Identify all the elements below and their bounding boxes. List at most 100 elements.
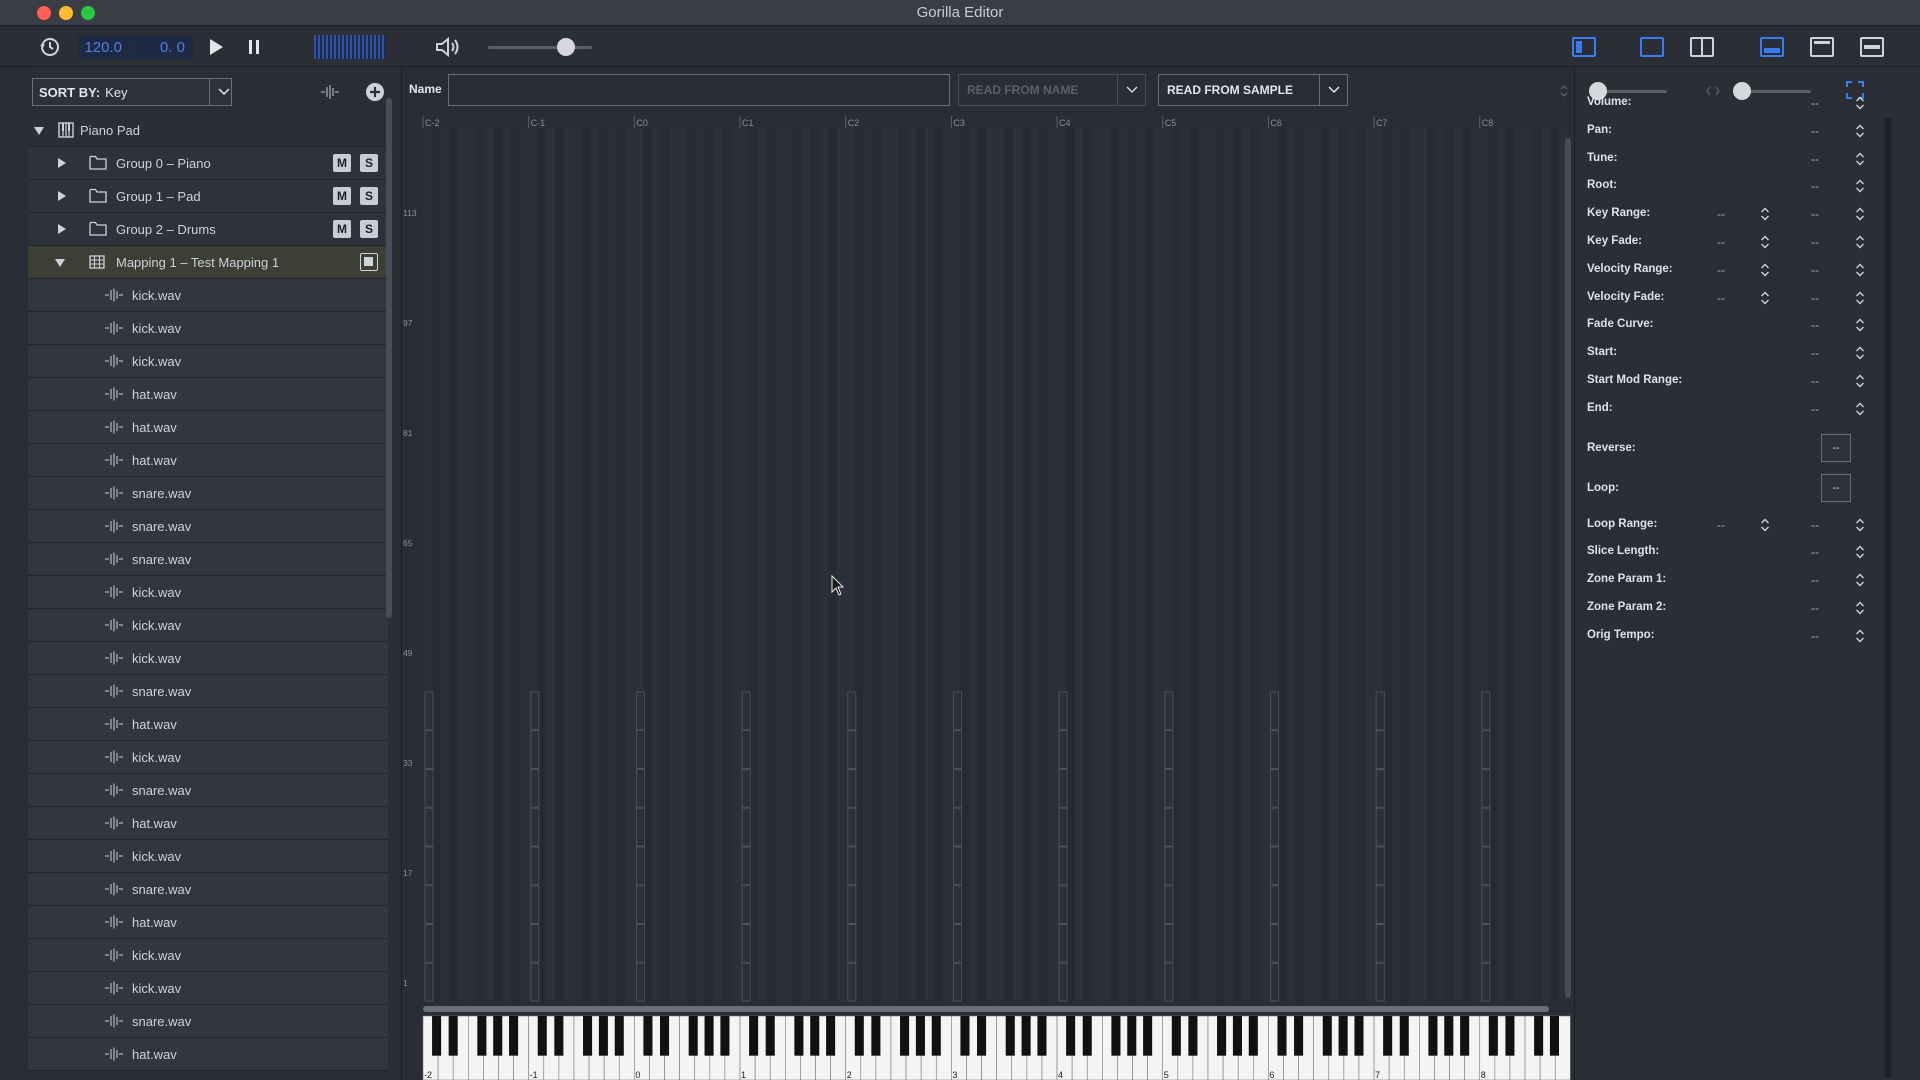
black-key[interactable] [1188, 1016, 1198, 1056]
black-key[interactable] [1021, 1016, 1031, 1056]
black-key[interactable] [749, 1016, 759, 1056]
tree-root-row[interactable]: Piano Pad [28, 114, 388, 147]
stepper-icon[interactable] [1760, 263, 1770, 277]
black-key[interactable] [931, 1016, 941, 1056]
property-value-low[interactable]: -- [1717, 291, 1725, 305]
property-value[interactable]: -- [1811, 402, 1819, 416]
sample-row[interactable]: kick.wav [28, 279, 388, 312]
black-key[interactable] [1534, 1016, 1544, 1056]
black-key[interactable] [1460, 1016, 1470, 1056]
black-key[interactable] [1354, 1016, 1364, 1056]
black-key[interactable] [1066, 1016, 1076, 1056]
black-key[interactable] [688, 1016, 698, 1056]
black-key[interactable] [854, 1016, 864, 1056]
sample-row[interactable]: snare.wav [28, 1005, 388, 1038]
property-value[interactable]: -- [1811, 318, 1819, 332]
sample-row[interactable]: kick.wav [28, 642, 388, 675]
property-value[interactable]: -- [1811, 545, 1819, 559]
sample-row[interactable]: hat.wav [28, 708, 388, 741]
mapping-select-icon[interactable] [360, 253, 378, 271]
property-value-low[interactable]: -- [1717, 207, 1725, 221]
stepper-icon[interactable] [1855, 318, 1865, 332]
property-value[interactable]: -- [1811, 96, 1819, 110]
black-key[interactable] [794, 1016, 804, 1056]
history-icon[interactable] [38, 35, 62, 59]
property-value[interactable]: -- [1811, 601, 1819, 615]
property-value[interactable]: -- [1811, 152, 1819, 166]
view-top-panel-button[interactable] [1810, 37, 1834, 57]
tree-scrollbar[interactable] [386, 98, 392, 618]
black-key[interactable] [537, 1016, 547, 1056]
stepper-icon[interactable] [1855, 573, 1865, 587]
group-row[interactable]: Group 1 – Pad M S [28, 180, 388, 213]
black-key[interactable] [1005, 1016, 1015, 1056]
loop-toggle[interactable]: -- [1821, 473, 1851, 502]
black-key[interactable] [598, 1016, 608, 1056]
stepper-icon[interactable] [1855, 374, 1865, 388]
sample-row[interactable]: hat.wav [28, 411, 388, 444]
tempo-field[interactable]: 120.0 [78, 35, 130, 59]
stepper-icon[interactable] [1855, 545, 1865, 559]
sample-row[interactable]: kick.wav [28, 312, 388, 345]
add-icon[interactable] [363, 80, 387, 104]
pause-icon[interactable] [242, 35, 266, 59]
sample-row[interactable]: kick.wav [28, 972, 388, 1005]
black-key[interactable] [1383, 1016, 1393, 1056]
grid-horizontal-scrollbar[interactable] [423, 1006, 1549, 1012]
black-key[interactable] [1037, 1016, 1047, 1056]
black-key[interactable] [1505, 1016, 1515, 1056]
sample-row[interactable]: kick.wav [28, 609, 388, 642]
sample-row[interactable]: snare.wav [28, 675, 388, 708]
property-value[interactable]: -- [1811, 573, 1819, 587]
stepper-icon[interactable] [1855, 346, 1865, 360]
stepper-icon[interactable] [1855, 629, 1865, 643]
property-value[interactable]: -- [1811, 263, 1819, 277]
black-key[interactable] [720, 1016, 730, 1056]
black-key[interactable] [432, 1016, 442, 1056]
mute-button[interactable]: M [333, 220, 351, 238]
black-key[interactable] [493, 1016, 503, 1056]
black-key[interactable] [1143, 1016, 1153, 1056]
black-key[interactable] [1444, 1016, 1454, 1056]
property-value-low[interactable]: -- [1717, 235, 1725, 249]
black-key[interactable] [1082, 1016, 1092, 1056]
mute-button[interactable]: M [333, 154, 351, 172]
group-row[interactable]: Group 0 – Piano M S [28, 147, 388, 180]
view-split-button[interactable] [1690, 37, 1714, 57]
stepper-icon[interactable] [1855, 179, 1865, 193]
sample-row[interactable]: kick.wav [28, 741, 388, 774]
volume-slider-knob[interactable] [557, 38, 575, 56]
black-key[interactable] [1111, 1016, 1121, 1056]
black-key[interactable] [871, 1016, 881, 1056]
key-velocity-grid[interactable]: C-2 C-1 C0 C1 C2 C3 C4 C5 C6 C7 C8 113 97 81 65 49 33 17 1… [403, 116, 1573, 1080]
sample-row[interactable]: hat.wav [28, 807, 388, 840]
mapping-row[interactable]: Mapping 1 – Test Mapping 1 [28, 246, 388, 279]
stepper-icon[interactable] [1760, 291, 1770, 305]
sort-by-dropdown[interactable]: SORT BY: Key [32, 78, 232, 106]
property-value[interactable]: -- [1811, 374, 1819, 388]
solo-button[interactable]: S [360, 187, 378, 205]
property-value[interactable]: -- [1811, 235, 1819, 249]
black-key[interactable] [448, 1016, 458, 1056]
volume-slider-track[interactable] [488, 46, 592, 49]
solo-button[interactable]: S [360, 220, 378, 238]
view-left-panel-button[interactable] [1572, 37, 1596, 57]
black-key[interactable] [915, 1016, 925, 1056]
play-icon[interactable] [204, 35, 228, 59]
black-key[interactable] [704, 1016, 714, 1056]
black-key[interactable] [826, 1016, 836, 1056]
grid-canvas[interactable]: C-2 C-1 C0 C1 C2 C3 C4 C5 C6 C7 C81139781654933171… [403, 116, 1573, 1080]
stepper-icon[interactable] [1855, 263, 1865, 277]
sample-row[interactable]: snare.wav [28, 873, 388, 906]
disclosure-open-icon[interactable] [55, 259, 65, 267]
sample-row[interactable]: snare.wav [28, 510, 388, 543]
sample-row[interactable]: kick.wav [28, 939, 388, 972]
stepper-icon[interactable] [1855, 235, 1865, 249]
stepper-icon[interactable] [1760, 207, 1770, 221]
disclosure-closed-icon[interactable] [58, 224, 66, 234]
black-key[interactable] [1488, 1016, 1498, 1056]
stepper-icon[interactable] [1760, 235, 1770, 249]
stepper-icon[interactable] [1855, 207, 1865, 221]
sample-row[interactable]: snare.wav [28, 774, 388, 807]
black-key[interactable] [765, 1016, 775, 1056]
